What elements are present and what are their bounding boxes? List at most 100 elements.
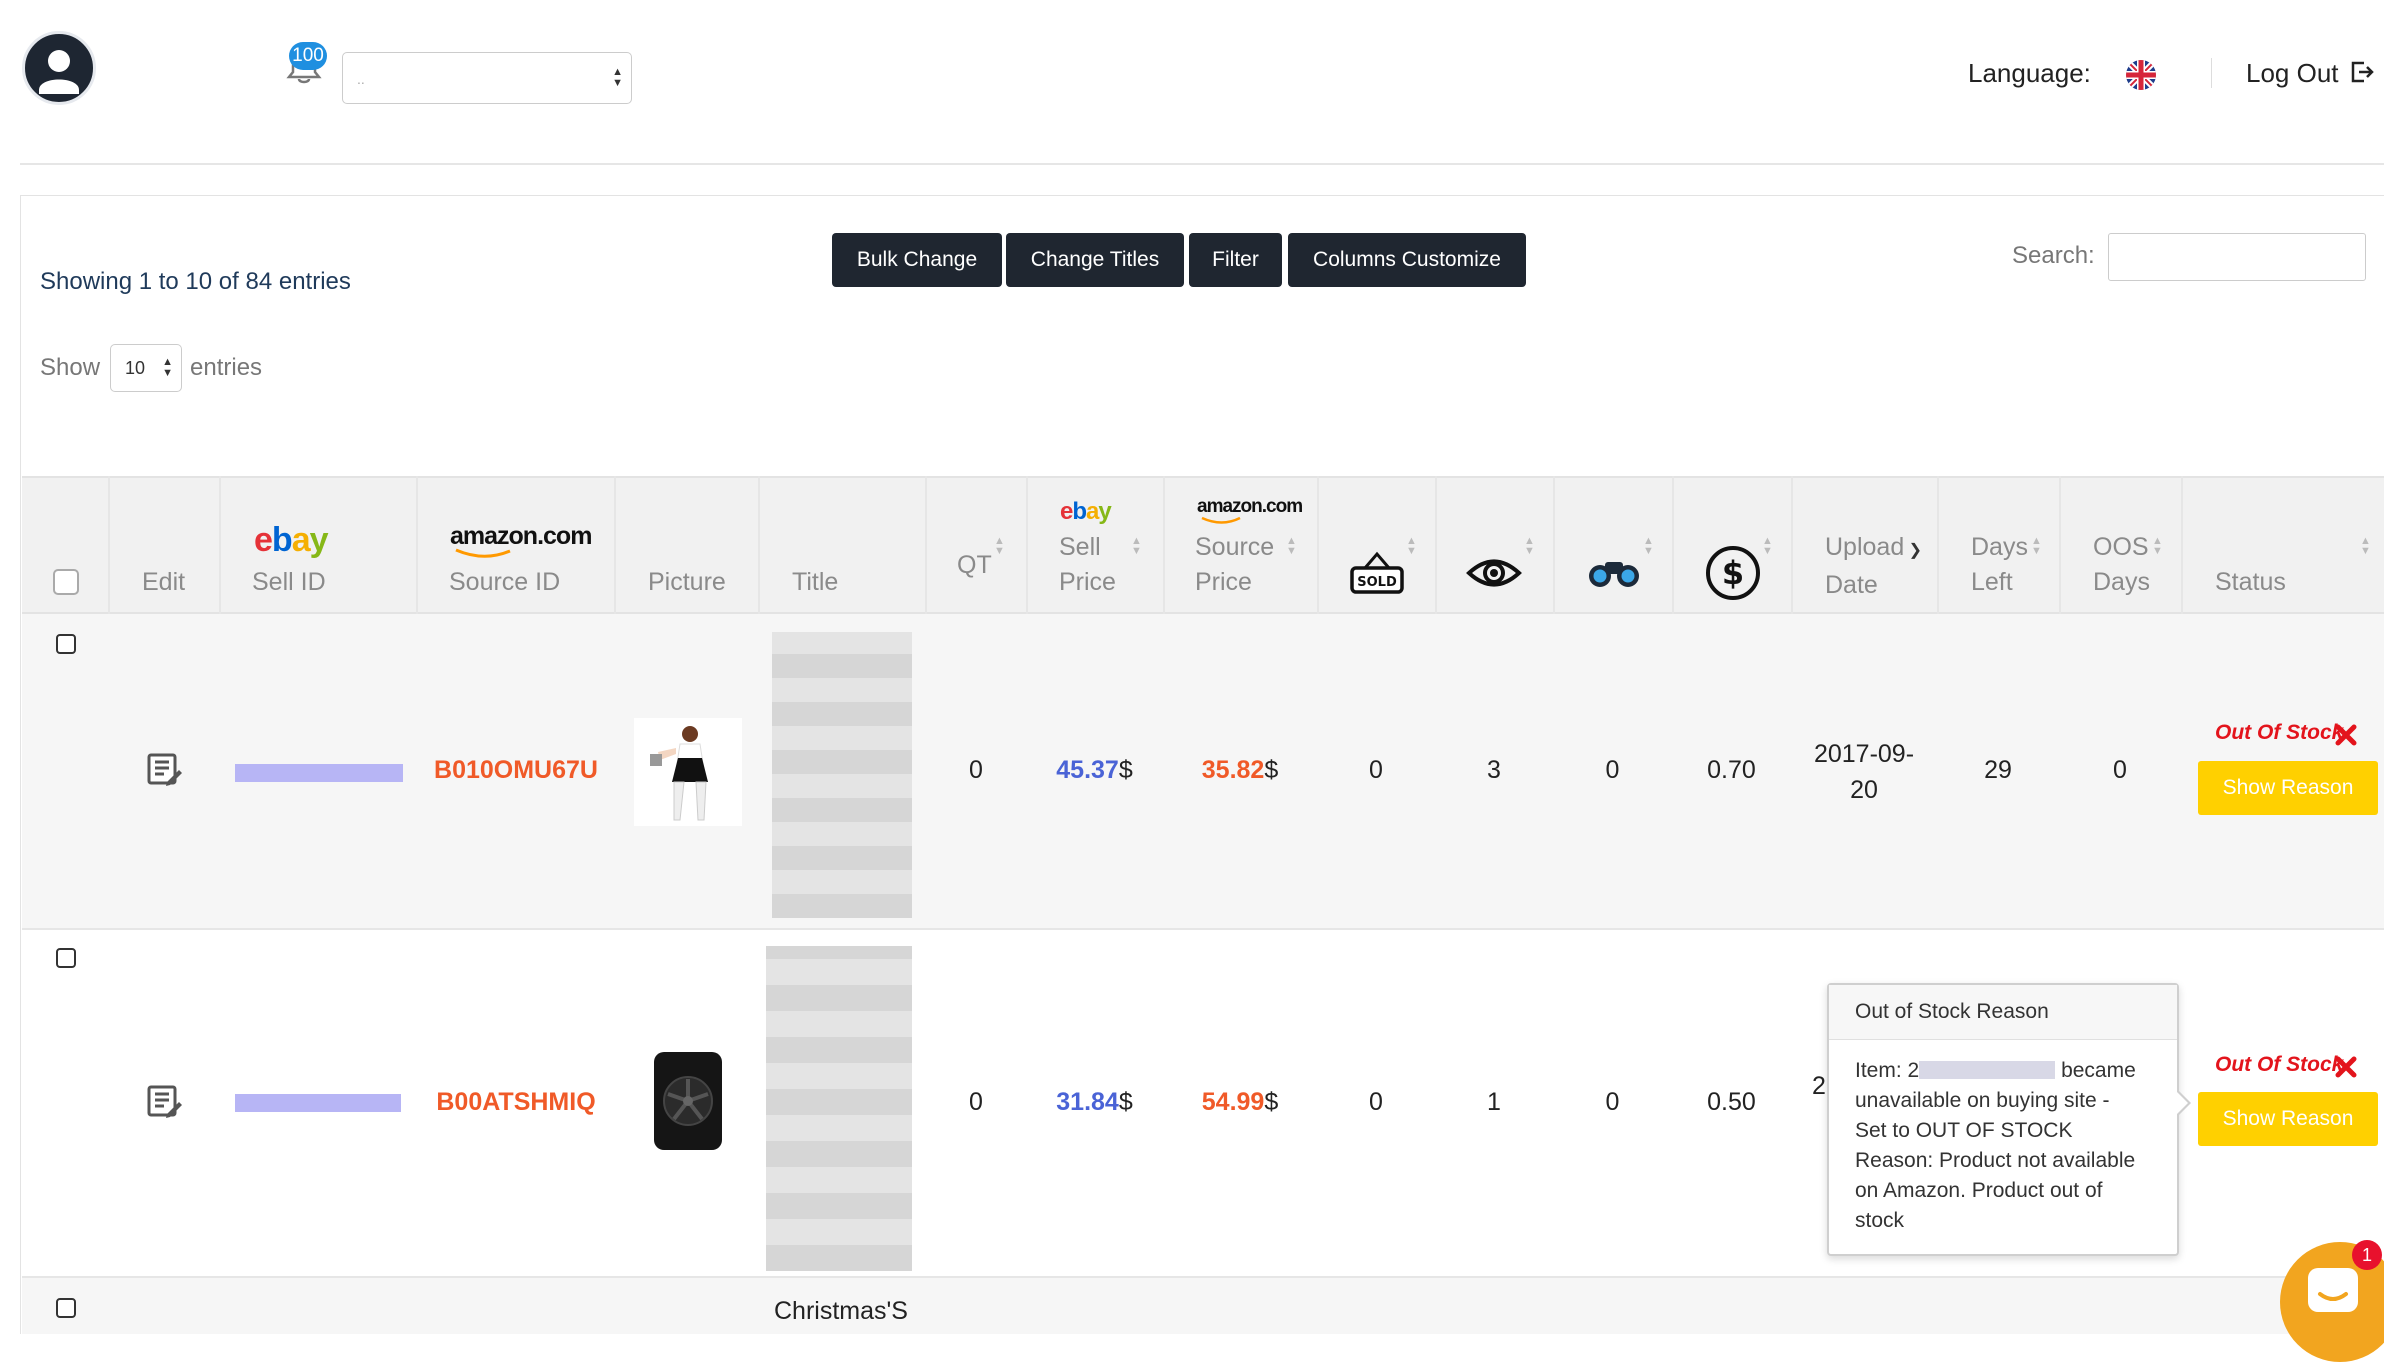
sell-price-value: 45.37$ [1026, 756, 1163, 785]
row-checkbox[interactable] [56, 948, 76, 968]
col-oos-days[interactable]: OOS Days [2093, 530, 2150, 600]
header-divider [2211, 58, 2212, 88]
logout-label: Log Out [2246, 58, 2339, 88]
select-arrows-icon: ▲ ▼ [162, 356, 173, 379]
col-sell-id[interactable]: Sell ID [252, 565, 326, 600]
col-title[interactable]: Title [792, 565, 838, 600]
out-of-stock-reason-popover: Out of Stock Reason Item: 2 became unava… [1827, 983, 2191, 1256]
status-out-of-stock: Out Of Stock [2215, 721, 2344, 744]
col-upload-date-line1: Upload [1825, 533, 1905, 561]
title-redacted[interactable] [772, 632, 912, 918]
item-id-redacted [1919, 1061, 2056, 1079]
sort-desc-icon: ❯ [1904, 542, 1923, 559]
filter-button[interactable]: Filter [1189, 233, 1282, 287]
sell-id-redacted[interactable] [235, 1094, 401, 1112]
col-edit[interactable]: Edit [142, 565, 185, 600]
watchers-value: 1 [1487, 1088, 1501, 1116]
col-sell-price[interactable]: Sell Price [1059, 530, 1116, 600]
show-label: Show [40, 354, 101, 381]
source-id-link[interactable]: B010OMU67U [416, 756, 616, 785]
sort-icon[interactable]: ▲ ▼ [1131, 536, 1142, 557]
search-input[interactable] [2108, 233, 2366, 281]
out-of-stock-x-icon [2335, 1056, 2357, 1078]
row-checkbox[interactable] [56, 634, 76, 654]
sort-icon[interactable]: ▲ ▼ [994, 536, 1005, 557]
popover-item-id-partial: 2 [1907, 1059, 1920, 1082]
currency-symbol: $ [1264, 756, 1279, 784]
header-separator [20, 163, 2384, 165]
sort-icon[interactable]: ▲ ▼ [1762, 536, 1773, 557]
profit-value: 0.70 [1707, 756, 1756, 784]
show-reason-button[interactable]: Show Reason [2198, 1092, 2378, 1146]
watchers-value: 3 [1487, 756, 1501, 784]
bulk-change-button[interactable]: Bulk Change [832, 233, 1002, 287]
source-id-link[interactable]: B00ATSHMIQ [416, 1088, 616, 1117]
popover-body: Item: 2 became unavailable on buying sit… [1829, 1040, 2177, 1236]
sold-icon[interactable]: SOLD [1349, 550, 1405, 596]
source-price-number: 35.82 [1201, 756, 1265, 784]
logout-icon [2351, 61, 2374, 83]
qt-value: 0 [969, 756, 983, 784]
amazon-smile-icon [455, 548, 511, 558]
oos-days-value: 0 [2113, 756, 2127, 784]
logout-button[interactable]: Log Out [2246, 58, 2374, 89]
col-days-left[interactable]: Days Left [1971, 530, 2028, 600]
select-all-checkbox[interactable] [53, 569, 79, 595]
popover-line5: on Amazon. Product out of [1855, 1179, 2103, 1202]
edit-icon[interactable] [146, 752, 184, 788]
title-redacted[interactable] [766, 946, 912, 1271]
source-price-value: 35.82$ [1163, 756, 1317, 785]
qt-value: 0 [969, 1088, 983, 1116]
views-value: 0 [1605, 1088, 1620, 1116]
col-status[interactable]: Status [2215, 565, 2286, 600]
sold-value: 0 [1369, 756, 1383, 784]
col-source-id[interactable]: Source ID [449, 565, 560, 600]
sort-icon[interactable]: ▲ ▼ [2360, 536, 2371, 557]
popover-line1-suffix: became [2061, 1059, 2136, 1082]
col-source-price[interactable]: Source Price [1195, 530, 1274, 600]
status-out-of-stock: Out Of Stock [2215, 1053, 2344, 1076]
sell-id-redacted[interactable] [235, 764, 403, 782]
uk-flag-icon[interactable] [2126, 60, 2156, 90]
user-avatar[interactable] [22, 31, 96, 105]
col-sell-price-line2: Price [1059, 568, 1116, 596]
popover-arrow-inner [2176, 1091, 2188, 1115]
popover-title: Out of Stock Reason [1829, 985, 2177, 1040]
out-of-stock-x-icon [2335, 724, 2357, 746]
title-text[interactable]: Christmas'S [774, 1297, 908, 1326]
sort-icon[interactable]: ▲ ▼ [2031, 536, 2042, 557]
col-source-price-line2: Price [1195, 568, 1252, 596]
sort-icon[interactable]: ▲ ▼ [1406, 536, 1417, 557]
watchers-eye-icon[interactable] [1466, 556, 1522, 590]
col-qt[interactable]: QT [957, 548, 992, 583]
sort-icon[interactable]: ▲ ▼ [1524, 536, 1535, 557]
edit-icon[interactable] [146, 1084, 184, 1120]
change-titles-button[interactable]: Change Titles [1006, 233, 1184, 287]
language-label: Language: [1968, 58, 2091, 88]
account-select[interactable]: .. ▲ ▼ [342, 52, 632, 104]
product-image[interactable] [634, 718, 742, 826]
show-reason-button[interactable]: Show Reason [2198, 761, 2378, 815]
sell-price-value: 31.84$ [1026, 1088, 1163, 1117]
table-row [22, 1278, 2384, 1334]
col-oos-days-line2: Days [2093, 568, 2150, 596]
ebay-logo: ebay [254, 521, 329, 559]
amazon-smile-icon [1201, 516, 1241, 524]
col-upload-date-line2: Date [1825, 571, 1878, 599]
profit-dollar-icon[interactable]: $ [1705, 545, 1761, 601]
product-image[interactable] [646, 1046, 730, 1156]
sell-price-number: 45.37 [1056, 756, 1119, 784]
page-length-select[interactable]: 10 ▲ ▼ [110, 344, 182, 392]
sort-icon[interactable]: ▲ ▼ [2152, 536, 2163, 557]
row-checkbox[interactable] [56, 1298, 76, 1318]
sort-icon[interactable]: ▲ ▼ [1643, 536, 1654, 557]
col-upload-date[interactable]: Upload ❯ Date [1825, 530, 1922, 603]
columns-customize-button[interactable]: Columns Customize [1288, 233, 1526, 287]
col-days-left-line2: Left [1971, 568, 2013, 596]
page-length-value: 10 [125, 358, 146, 378]
popover-line4: Reason: Product not available [1855, 1149, 2136, 1172]
profit-value: 0.50 [1707, 1088, 1756, 1116]
sort-icon[interactable]: ▲ ▼ [1286, 536, 1297, 557]
views-binoculars-icon[interactable] [1586, 556, 1642, 590]
search-label: Search: [2012, 242, 2095, 269]
